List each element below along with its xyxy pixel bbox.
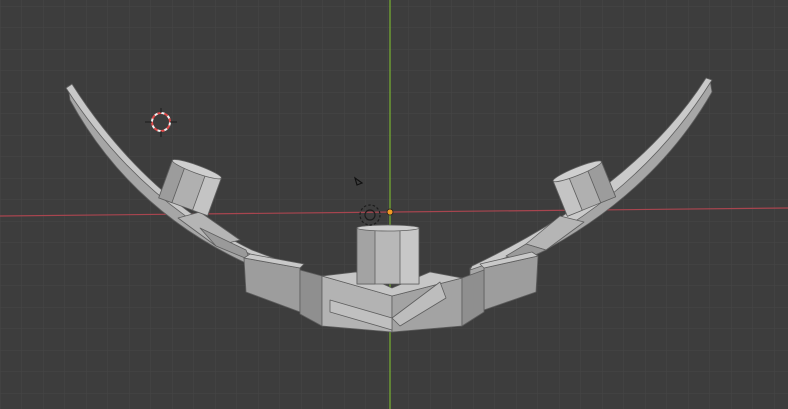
viewport-canvas[interactable] bbox=[0, 0, 788, 409]
3d-viewport[interactable] bbox=[0, 0, 788, 409]
viewport-grid bbox=[0, 0, 788, 409]
object-origin-icon bbox=[386, 208, 394, 216]
